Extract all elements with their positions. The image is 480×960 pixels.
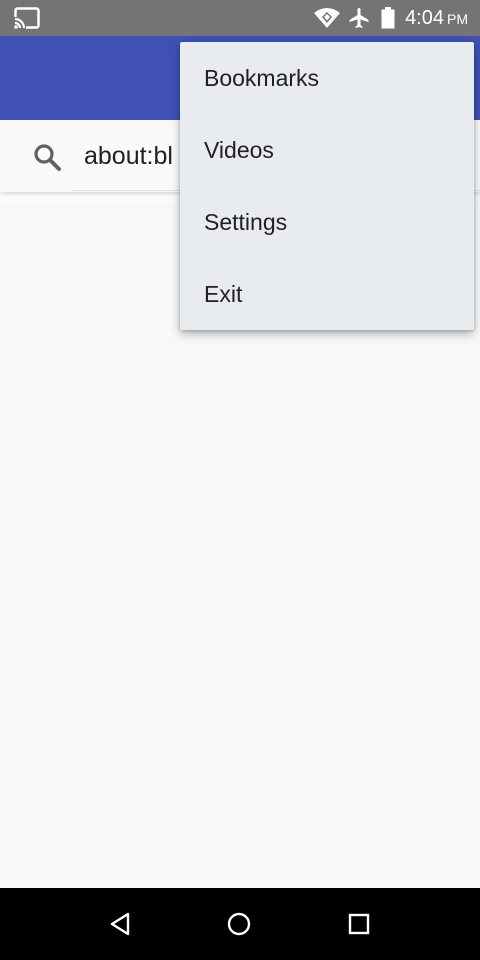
menu-item-exit[interactable]: Exit <box>180 258 474 330</box>
home-icon[interactable] <box>221 906 257 942</box>
browser-screen: 4:04 PM about:bl Bookmarks Videos Setting… <box>0 0 480 960</box>
menu-item-bookmarks[interactable]: Bookmarks <box>180 42 474 114</box>
search-icon[interactable] <box>32 142 62 172</box>
back-icon[interactable] <box>102 906 138 942</box>
navigation-bar <box>0 888 480 960</box>
cast-icon <box>14 7 40 29</box>
clock-time: 4:04 <box>405 6 444 29</box>
overflow-menu: Bookmarks Videos Settings Exit <box>180 42 474 330</box>
airplane-mode-icon <box>349 8 369 28</box>
recents-icon[interactable] <box>341 906 377 942</box>
url-field[interactable]: about:bl <box>84 138 173 174</box>
clock-ampm: PM <box>447 10 468 27</box>
battery-icon <box>381 7 395 29</box>
status-bar: 4:04 PM <box>0 0 480 36</box>
wifi-icon <box>314 8 341 28</box>
menu-item-videos[interactable]: Videos <box>180 114 474 186</box>
menu-item-settings[interactable]: Settings <box>180 186 474 258</box>
clock: 4:04 PM <box>405 0 468 37</box>
